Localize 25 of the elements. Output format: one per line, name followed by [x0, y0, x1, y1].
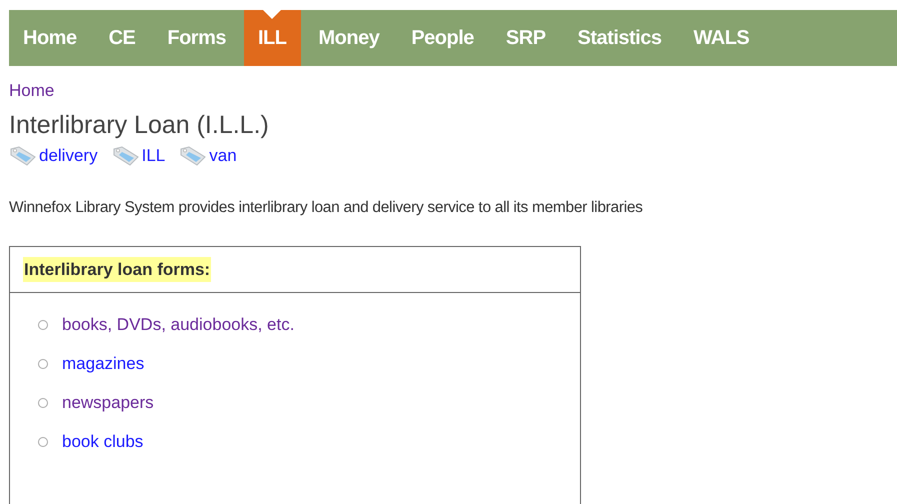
- tag-link[interactable]: delivery: [39, 143, 98, 168]
- breadcrumb-link[interactable]: Home: [9, 78, 54, 104]
- intro-text: Winnefox Library System provides interlibrary loan and delivery service to all its member libraries: [9, 198, 644, 218]
- tag-link[interactable]: van: [209, 143, 237, 168]
- notch-icon: [263, 10, 282, 19]
- bullet-icon: [38, 320, 48, 330]
- tag-link[interactable]: ILL: [142, 143, 166, 168]
- panel-heading: Interlibrary loan forms:: [23, 256, 212, 282]
- form-link[interactable]: magazines: [62, 351, 144, 376]
- nav-tab[interactable]: Forms: [153, 10, 240, 66]
- nav-tab[interactable]: Statistics: [564, 10, 676, 66]
- bullet-icon: [38, 436, 48, 447]
- nav-tab[interactable]: People: [397, 10, 488, 66]
- nav-tab[interactable]: Money: [304, 10, 394, 66]
- nav-tab[interactable]: SRP: [492, 10, 560, 66]
- form-link[interactable]: newspapers: [62, 390, 154, 416]
- nav-tab[interactable]: WALS: [679, 10, 764, 66]
- page-title: Interlibrary Loan (I.L.L.): [9, 110, 270, 140]
- bullet-icon: [38, 398, 48, 408]
- nav-tab[interactable]: Home: [9, 10, 91, 66]
- nav-tab[interactable]: CE: [94, 10, 150, 66]
- bullet-icon: [38, 358, 48, 369]
- form-link[interactable]: book clubs: [62, 429, 144, 454]
- nav-tab[interactable]: ILL: [244, 10, 300, 66]
- form-link[interactable]: books, DVDs, audiobooks, etc.: [62, 312, 294, 338]
